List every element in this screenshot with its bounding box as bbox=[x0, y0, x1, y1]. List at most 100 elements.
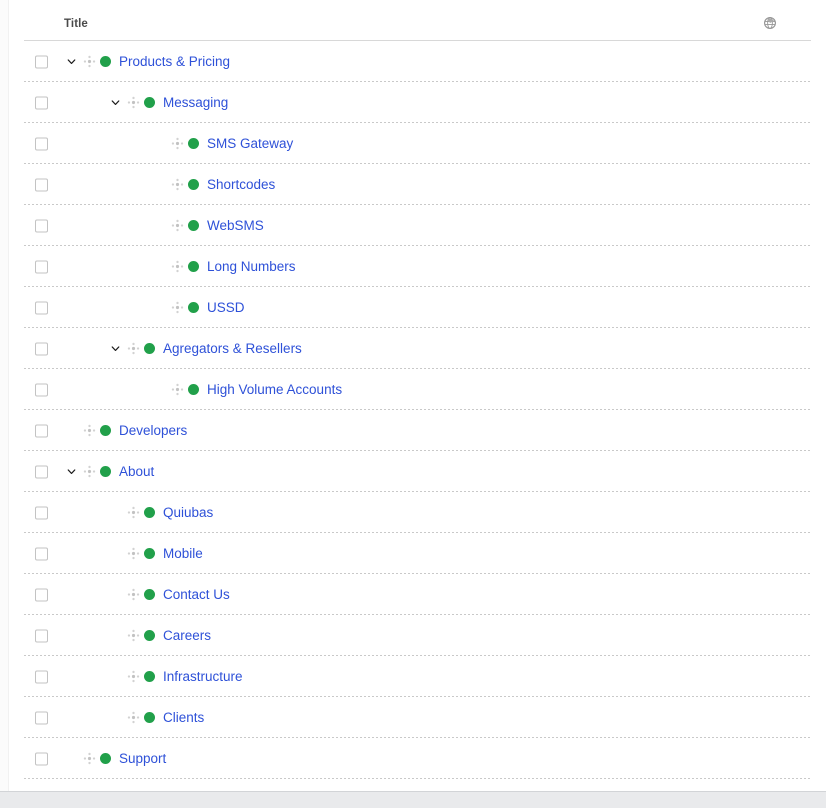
drag-handle-icon[interactable] bbox=[81, 54, 97, 70]
chevron-placeholder bbox=[107, 710, 123, 726]
drag-handle-icon[interactable] bbox=[125, 710, 141, 726]
row-title-link[interactable]: Mobile bbox=[163, 547, 203, 561]
row-cells: Shortcodes bbox=[9, 164, 826, 205]
table-row[interactable]: Quiubas bbox=[9, 492, 826, 533]
chevron-placeholder bbox=[151, 177, 167, 193]
drag-handle-icon[interactable] bbox=[125, 669, 141, 685]
status-indicator-dot-green bbox=[188, 302, 199, 313]
table-row[interactable]: About bbox=[9, 451, 826, 492]
page-root: Title Products & Pricing Messaging SMS G… bbox=[0, 0, 826, 808]
table-row[interactable]: Agregators & Resellers bbox=[9, 328, 826, 369]
table-row[interactable]: Careers bbox=[9, 615, 826, 656]
status-indicator-dot-green bbox=[188, 261, 199, 272]
row-title-link[interactable]: Careers bbox=[163, 629, 211, 643]
row-cells: SMS Gateway bbox=[9, 123, 826, 164]
status-indicator-dot-green bbox=[144, 548, 155, 559]
row-title-link[interactable]: About bbox=[119, 465, 154, 479]
drag-handle-icon[interactable] bbox=[125, 546, 141, 562]
row-title-link[interactable]: Contact Us bbox=[163, 588, 230, 602]
row-title-link[interactable]: Clients bbox=[163, 711, 204, 725]
row-title-link[interactable]: SMS Gateway bbox=[207, 137, 293, 151]
row-cells: Products & Pricing bbox=[9, 41, 826, 82]
row-cells: Messaging bbox=[9, 82, 826, 123]
row-cells: Infrastructure bbox=[9, 656, 826, 697]
status-indicator-dot-green bbox=[144, 671, 155, 682]
table-row[interactable]: Messaging bbox=[9, 82, 826, 123]
table-header: Title bbox=[24, 0, 811, 41]
row-title-link[interactable]: Support bbox=[119, 752, 166, 766]
chevron-placeholder bbox=[107, 628, 123, 644]
chevron-placeholder bbox=[151, 136, 167, 152]
row-cells: Careers bbox=[9, 615, 826, 656]
chevron-placeholder bbox=[107, 505, 123, 521]
drag-handle-icon[interactable] bbox=[125, 628, 141, 644]
row-cells: High Volume Accounts bbox=[9, 369, 826, 410]
chevron-down-icon[interactable] bbox=[63, 464, 79, 480]
chevron-placeholder bbox=[63, 423, 79, 439]
table-row[interactable]: Contact Us bbox=[9, 574, 826, 615]
row-cells: About bbox=[9, 451, 826, 492]
drag-handle-icon[interactable] bbox=[169, 177, 185, 193]
drag-handle-icon[interactable] bbox=[125, 587, 141, 603]
row-title-link[interactable]: Developers bbox=[119, 424, 187, 438]
table-row[interactable]: SMS Gateway bbox=[9, 123, 826, 164]
status-indicator-dot-green bbox=[100, 56, 111, 67]
status-indicator-dot-green bbox=[188, 179, 199, 190]
chevron-down-icon[interactable] bbox=[63, 54, 79, 70]
drag-handle-icon[interactable] bbox=[169, 136, 185, 152]
status-indicator-dot-green bbox=[144, 630, 155, 641]
chevron-down-icon[interactable] bbox=[107, 341, 123, 357]
drag-handle-icon[interactable] bbox=[169, 300, 185, 316]
row-title-link[interactable]: Agregators & Resellers bbox=[163, 342, 302, 356]
drag-handle-icon[interactable] bbox=[81, 423, 97, 439]
left-gutter bbox=[0, 0, 9, 808]
drag-handle-icon[interactable] bbox=[169, 382, 185, 398]
drag-handle-icon[interactable] bbox=[169, 218, 185, 234]
row-cells: Contact Us bbox=[9, 574, 826, 615]
table-row[interactable]: Clients bbox=[9, 697, 826, 738]
globe-icon[interactable] bbox=[763, 16, 777, 30]
table-row[interactable]: WebSMS bbox=[9, 205, 826, 246]
row-cells: Long Numbers bbox=[9, 246, 826, 287]
table-row[interactable]: Shortcodes bbox=[9, 164, 826, 205]
status-indicator-dot-green bbox=[144, 343, 155, 354]
column-header-title: Title bbox=[64, 18, 88, 30]
row-title-link[interactable]: High Volume Accounts bbox=[207, 383, 342, 397]
row-title-link[interactable]: Messaging bbox=[163, 96, 228, 110]
row-title-link[interactable]: Infrastructure bbox=[163, 670, 243, 684]
drag-handle-icon[interactable] bbox=[81, 751, 97, 767]
table-row[interactable]: High Volume Accounts bbox=[9, 369, 826, 410]
drag-handle-icon[interactable] bbox=[81, 464, 97, 480]
table-row[interactable]: Infrastructure bbox=[9, 656, 826, 697]
status-indicator-dot-green bbox=[144, 712, 155, 723]
table-row[interactable]: Products & Pricing bbox=[9, 41, 826, 82]
chevron-placeholder bbox=[151, 218, 167, 234]
row-title-link[interactable]: WebSMS bbox=[207, 219, 264, 233]
row-cells: Mobile bbox=[9, 533, 826, 574]
drag-handle-icon[interactable] bbox=[125, 505, 141, 521]
row-title-link[interactable]: Quiubas bbox=[163, 506, 213, 520]
status-indicator-dot-green bbox=[100, 425, 111, 436]
content-tree-table: Title Products & Pricing Messaging SMS G… bbox=[9, 0, 826, 792]
row-cells: Developers bbox=[9, 410, 826, 451]
table-row[interactable]: Long Numbers bbox=[9, 246, 826, 287]
table-row[interactable]: Support bbox=[9, 738, 826, 779]
chevron-down-icon[interactable] bbox=[107, 95, 123, 111]
table-row[interactable]: Developers bbox=[9, 410, 826, 451]
status-indicator-dot-green bbox=[188, 220, 199, 231]
drag-handle-icon[interactable] bbox=[125, 341, 141, 357]
table-row[interactable]: USSD bbox=[9, 287, 826, 328]
status-indicator-dot-green bbox=[144, 589, 155, 600]
chevron-placeholder bbox=[107, 669, 123, 685]
status-indicator-dot-green bbox=[188, 138, 199, 149]
status-indicator-dot-green bbox=[188, 384, 199, 395]
row-title-link[interactable]: Shortcodes bbox=[207, 178, 275, 192]
row-title-link[interactable]: USSD bbox=[207, 301, 245, 315]
row-cells: Clients bbox=[9, 697, 826, 738]
drag-handle-icon[interactable] bbox=[169, 259, 185, 275]
row-title-link[interactable]: Long Numbers bbox=[207, 260, 296, 274]
row-cells: Quiubas bbox=[9, 492, 826, 533]
row-title-link[interactable]: Products & Pricing bbox=[119, 55, 230, 69]
table-row[interactable]: Mobile bbox=[9, 533, 826, 574]
drag-handle-icon[interactable] bbox=[125, 95, 141, 111]
